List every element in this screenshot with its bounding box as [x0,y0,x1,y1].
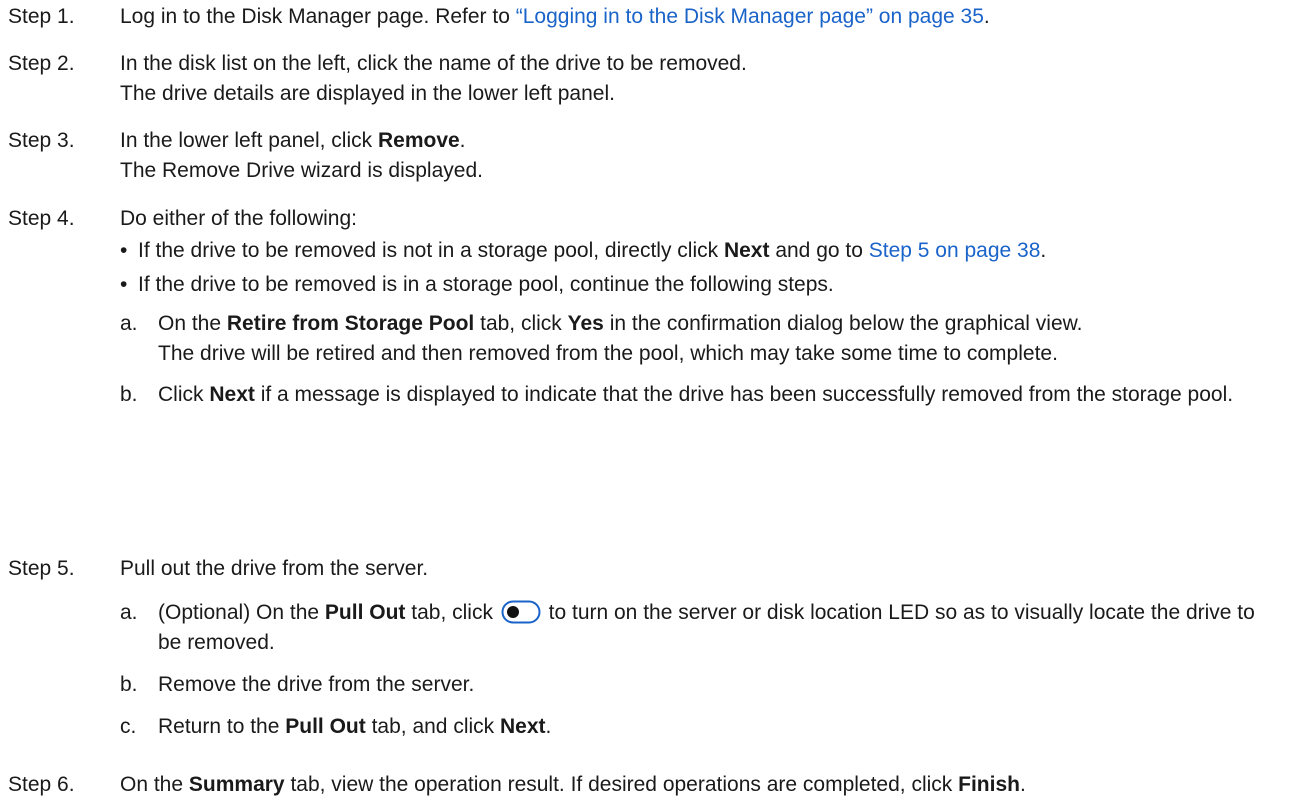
text-run: Click [158,383,210,406]
step-3: Step 3. In the lower left panel, click R… [8,126,1280,186]
text-run: tab, click [474,312,568,335]
ui-term: Next [723,239,770,262]
text-run: . [545,715,552,738]
text-run: . [1019,773,1026,796]
text-run: and go to [769,239,869,262]
step-text: In the lower left panel, click Remove. [120,126,1280,156]
bullet-item: • If the drive to be removed is not in a… [120,236,1280,266]
ui-term: Next [209,383,255,406]
step-body: Log in to the Disk Manager page. Refer t… [120,2,1280,32]
bullet-list: • If the drive to be removed is not in a… [120,236,1280,300]
step-label: Step 2. [8,52,75,75]
text-run: In the lower left panel, click [120,129,378,152]
substep-result: The drive will be retired and then remov… [158,342,1058,365]
step-text: In the disk list on the left, click the … [120,52,747,75]
bullet-dot: • [120,273,128,296]
step-result: The Remove Drive wizard is displayed. [120,159,483,182]
step-body: In the disk list on the left, click the … [120,49,1280,109]
ui-term: Finish [958,773,1020,796]
step-label: Step 5. [8,557,75,580]
step-body: On the Summary tab, view the operation r… [120,770,1280,800]
step-text: Log in to the Disk Manager page. Refer t… [120,5,516,28]
substep-a: a. (Optional) On the Pull Out tab, click… [120,598,1280,658]
substep-letter: a. [120,601,138,624]
step-2: Step 2. In the disk list on the left, cl… [8,49,1280,109]
substep-letter: b. [120,673,138,696]
ui-term: Pull Out [285,715,366,738]
cross-reference-link[interactable]: “Logging in to the Disk Manager page” on… [516,5,984,28]
step-5: Step 5. Pull out the drive from the serv… [8,554,1280,742]
text-run: Remove the drive from the server. [158,673,475,696]
step-text: Do either of the following: [120,207,357,230]
step-1: Step 1. Log in to the Disk Manager page.… [8,2,1280,32]
ui-term: Summary [188,773,285,796]
step-result: The drive details are displayed in the l… [120,82,615,105]
ui-term: Retire from Storage Pool [226,312,475,335]
ui-term: Yes [567,312,604,335]
substep-letter: b. [120,383,138,406]
substep-letter: a. [120,312,138,335]
text-run: tab, and click [365,715,500,738]
text-run: tab, view the operation result. If desir… [284,773,959,796]
cross-reference-link[interactable]: Step 5 on page 38 [869,239,1041,262]
text-run: . [459,129,466,152]
document-page: Step 1. Log in to the Disk Manager page.… [0,0,1290,803]
text-run: in the confirmation dialog below the gra… [603,312,1083,335]
step-6: Step 6. On the Summary tab, view the ope… [8,770,1280,800]
ui-term: Next [499,715,546,738]
bullet-dot: • [120,239,128,262]
step-label: Step 4. [8,207,75,230]
ui-term: Pull Out [324,601,406,624]
text-run: On the [120,773,189,796]
substep-c: c. Return to the Pull Out tab, and click… [120,712,1280,742]
bullet-item: • If the drive to be removed is in a sto… [120,270,1280,300]
text-run: (Optional) On the [158,601,325,624]
text-run: If the drive to be removed is not in a s… [138,239,724,262]
substep-b: b. Click Next if a message is displayed … [120,380,1280,410]
step-body: Pull out the drive from the server. a. (… [120,554,1280,742]
step-body: Do either of the following: • If the dri… [120,204,1280,410]
text-run: Return to the [158,715,286,738]
text-run: If the drive to be removed is in a stora… [138,273,834,296]
substep-b: b. Remove the drive from the server. [120,670,1280,700]
ui-term: Remove [377,129,460,152]
step-text: . [983,5,990,28]
step-text: Pull out the drive from the server. [120,557,429,580]
toggle-switch-icon [501,600,541,624]
step-4: Step 4. Do either of the following: • If… [8,204,1280,410]
substep-a: a. On the Retire from Storage Pool tab, … [120,309,1280,369]
step-body: In the lower left panel, click Remove. T… [120,126,1280,186]
step-label: Step 3. [8,129,75,152]
step-label: Step 1. [8,5,75,28]
text-run: On the [158,312,227,335]
text-run: . [1040,239,1047,262]
step-label: Step 6. [8,773,75,796]
text-run: tab, click [405,601,499,624]
text-run: if a message is displayed to indicate th… [254,383,1234,406]
substep-letter: c. [120,715,137,738]
